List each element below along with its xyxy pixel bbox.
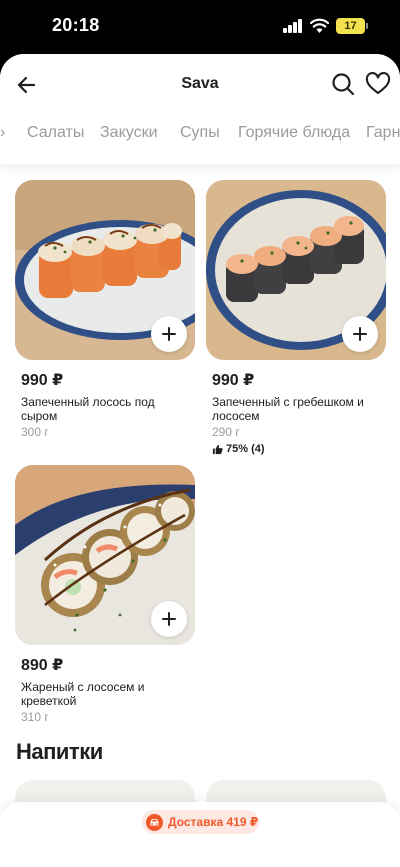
tab-soups[interactable]: Супы: [180, 124, 220, 142]
delivery-info-button[interactable]: Доставка 419 ₽: [142, 810, 259, 834]
product-rating: 75% (4): [212, 443, 386, 455]
section-title-drinks: Напитки: [16, 739, 103, 764]
search-icon[interactable]: [330, 71, 356, 97]
add-to-cart-button[interactable]: [342, 316, 378, 352]
product-photo[interactable]: [15, 180, 195, 360]
product-photo[interactable]: [15, 465, 195, 645]
product-card[interactable]: 990 ₽ Запеченный с гребешком и лососем 2…: [206, 180, 386, 455]
tab-previous-cut[interactable]: ›: [0, 124, 5, 142]
product-card[interactable]: 890 ₽ Жареный с лососем и креветкой 310 …: [15, 465, 195, 724]
battery-indicator: 17: [336, 18, 365, 34]
battery-tip: [366, 23, 368, 29]
status-bar: 20:18 17: [0, 0, 400, 54]
delivery-label: Доставка 419 ₽: [168, 815, 259, 829]
product-weight: 310 г: [21, 710, 49, 724]
status-time: 20:18: [52, 15, 100, 35]
tab-salads[interactable]: Салаты: [27, 124, 84, 142]
product-name: Запеченный с гребешком и лососем: [212, 395, 364, 423]
rating-value: 75% (4): [226, 443, 265, 455]
page-title: Sava: [181, 75, 219, 92]
plus-icon: [162, 612, 176, 626]
product-weight: 300 г: [21, 425, 49, 439]
heart-icon[interactable]: [365, 71, 391, 97]
product-name: Жареный с лососем и креветкой: [21, 680, 145, 708]
tab-sides-cut[interactable]: Гарн: [366, 124, 400, 142]
add-to-cart-button[interactable]: [151, 601, 187, 637]
delivery-car-icon: [146, 813, 163, 831]
menu-sheet: Sava › Салаты Закуски Супы Горячие блюда…: [0, 54, 400, 867]
product-price: 890 ₽: [21, 657, 64, 674]
product-price: 990 ₽: [21, 372, 64, 389]
product-weight: 290 г: [212, 425, 240, 439]
product-card[interactable]: 990 ₽ Запеченный лосось под сыром 300 г: [15, 180, 195, 439]
plus-icon: [353, 327, 367, 341]
product-photo[interactable]: [206, 180, 386, 360]
bottom-bar: Доставка 419 ₽: [0, 802, 400, 867]
category-tabs: › Салаты Закуски Супы Горячие блюда Гарн: [0, 124, 400, 152]
plus-icon: [162, 327, 176, 341]
tab-snacks[interactable]: Закуски: [100, 124, 158, 142]
wifi-icon: [310, 18, 329, 33]
header: Sava › Салаты Закуски Супы Горячие блюда…: [0, 54, 400, 164]
thumbs-up-icon: [212, 444, 223, 454]
tab-hot-dishes[interactable]: Горячие блюда: [238, 124, 350, 142]
add-to-cart-button[interactable]: [151, 316, 187, 352]
product-name: Запеченный лосось под сыром: [21, 395, 155, 423]
cellular-signal-icon: [283, 19, 304, 33]
product-price: 990 ₽: [212, 372, 255, 389]
back-arrow-icon[interactable]: [14, 72, 40, 98]
